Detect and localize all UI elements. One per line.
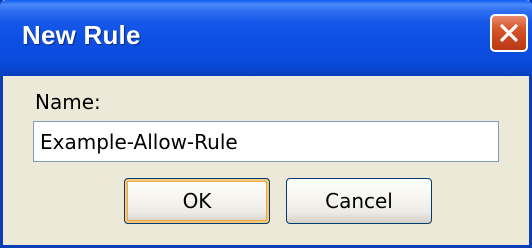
ok-button[interactable]: OK [124,178,270,224]
close-button[interactable] [490,14,528,52]
cancel-button[interactable]: Cancel [286,178,432,224]
name-input[interactable] [33,121,499,162]
dialog-title: New Rule [22,20,141,50]
new-rule-dialog: New Rule Name: OK Cancel [0,0,532,248]
title-bar[interactable]: New Rule [0,0,532,76]
name-label: Name: [35,90,101,114]
close-icon [500,24,518,42]
